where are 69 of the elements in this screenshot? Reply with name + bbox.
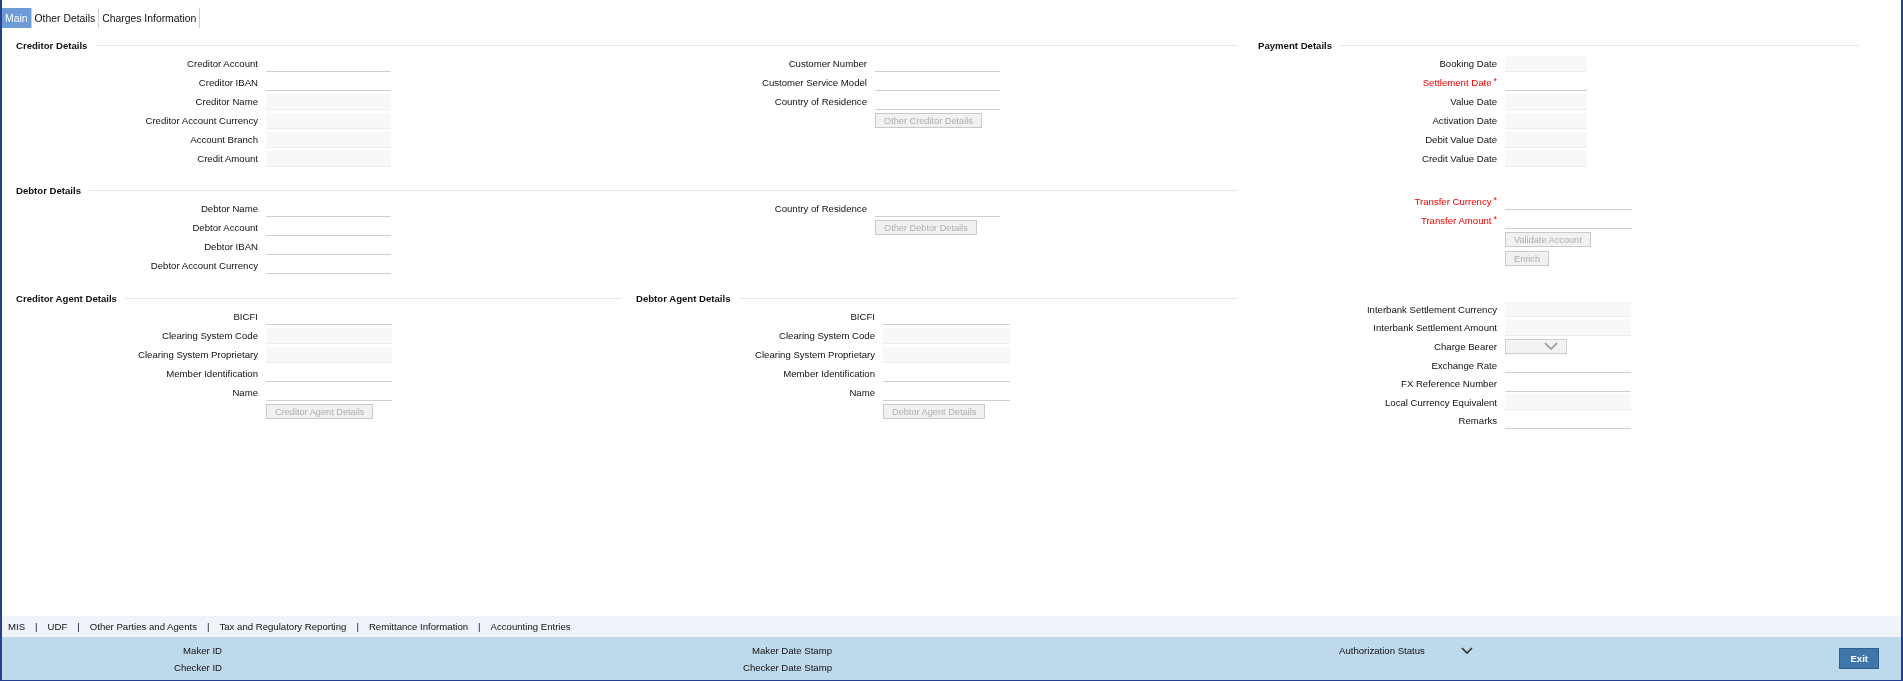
field-label: Debtor IBAN [204,241,258,252]
field-label: Name [232,387,258,398]
tab-link[interactable]: Accounting Entries [490,621,571,632]
tab-link[interactable]: Tax and Regulatory Reporting [219,621,347,632]
section-title: Creditor Details [16,39,88,51]
field-label: Account Branch [190,134,258,145]
field-label: Checker ID [174,661,222,673]
chevron-down-icon [1544,342,1558,351]
field-label: Debit Value Date [1425,134,1497,145]
field-label: Clearing System Code [162,330,258,341]
section-title: Debtor Agent Details [636,292,731,304]
field-label: Booking Date [1439,58,1497,69]
tab[interactable]: Charges Information [99,8,200,28]
field-label: Charge Bearer [1434,341,1497,352]
field-label: Local Currency Equivalent [1385,396,1497,408]
field-label: Transfer Amount [1420,215,1492,226]
field-label: Checker Date Stamp [742,661,832,673]
tab-link[interactable]: Remittance Information [368,621,469,632]
required-mark: * [1493,76,1497,86]
section-title: Payment Details [1258,39,1333,51]
field-label: Settlement Date [1422,77,1492,88]
field-label: BICFI [850,311,875,322]
tab-link[interactable]: Other Parties and Agents [89,621,197,632]
separator: | [35,621,38,632]
field-label: Maker Date Stamp [752,644,832,656]
field-label: Credit Value Date [1422,153,1497,164]
field-label: Creditor Account Currency [145,115,258,126]
field-label: Remarks [1458,415,1497,427]
field-label: Debtor Account Currency [150,260,258,271]
tab-link[interactable]: UDF [47,621,68,632]
separator: | [356,621,359,632]
field-label: Creditor IBAN [198,77,258,88]
field-label: Debtor Name [200,203,258,214]
field-label: Debtor Account [192,222,258,233]
exit-button[interactable]: Exit [1839,648,1879,669]
field-label: Customer Service Model [761,77,867,88]
section-title: Creditor Agent Details [16,292,117,304]
field-label: Country of Residence [774,96,867,107]
field-label: Member Identification [783,368,875,379]
field-label: Credit Amount [197,153,258,164]
tab-link[interactable]: MIS [8,621,26,632]
field-label: Authorization Status [1339,645,1425,656]
field-label: Maker ID [183,644,222,656]
tab[interactable]: Other Details [31,8,99,28]
field-label: Member Identification [166,368,258,379]
field-label: Customer Number [788,58,867,69]
field-label: Interbank Settlement Amount [1373,322,1497,334]
separator: | [77,621,80,632]
field-label: Clearing System Proprietary [138,349,258,360]
field-label: Transfer Currency [1414,196,1492,207]
field-label: FX Reference Number [1401,378,1497,390]
field-label: Creditor Name [195,96,258,107]
field-label: Value Date [1450,96,1497,107]
field-label: Clearing System Proprietary [755,349,875,360]
field-label: Interbank Settlement Currency [1366,303,1497,315]
field-label: Exchange Rate [1431,359,1497,371]
field-label: Name [849,387,875,398]
separator: | [207,621,210,632]
separator: | [478,621,481,632]
chevron-down-icon[interactable] [1460,646,1473,655]
field-label: Country of Residence [774,203,867,214]
field-label: Activation Date [1432,115,1497,126]
required-mark: * [1493,214,1497,224]
section-title: Debtor Details [16,184,82,196]
field-label: BICFI [233,311,258,322]
dropdown[interactable] [1505,339,1567,354]
field-label: Creditor Account [187,58,258,69]
required-mark: * [1493,195,1497,205]
field-label: Clearing System Code [779,330,875,341]
